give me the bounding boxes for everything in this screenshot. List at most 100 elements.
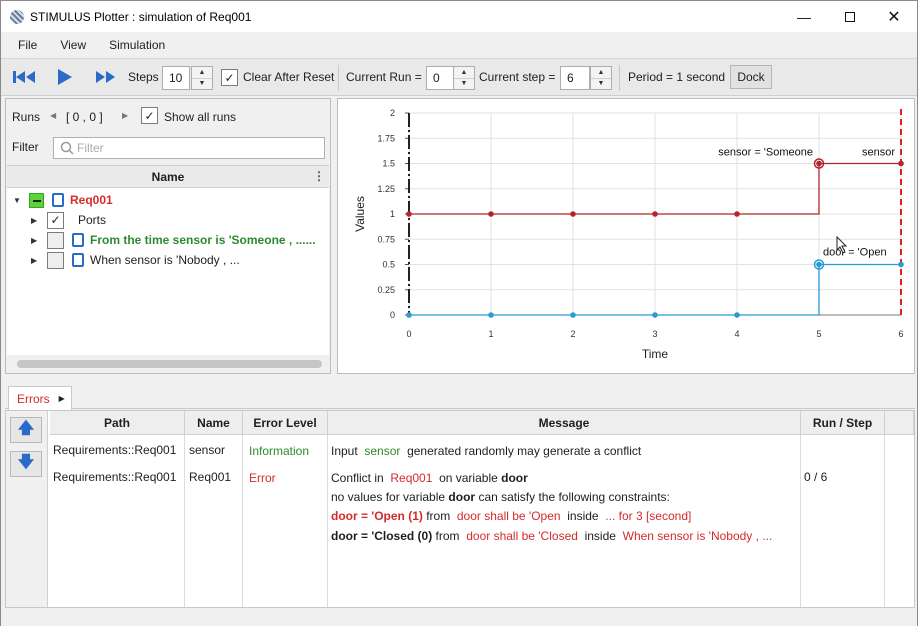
filter-input[interactable]: Filter (53, 137, 325, 159)
next-run-icon[interactable]: ▶ (122, 111, 128, 120)
collapse-icon[interactable]: ▶ (31, 256, 41, 265)
ports-checkbox[interactable]: ✓ (47, 211, 64, 229)
tab-errors[interactable]: Errors ▶ (8, 386, 72, 410)
y-tick-label: 0.5 (382, 260, 395, 270)
column-menu-icon[interactable]: ⋮ (313, 169, 325, 183)
down-arrow-icon: 🡇 (17, 453, 35, 471)
run-step-cell: 0 / 6 (804, 470, 828, 484)
y-tick-label: 2 (390, 108, 395, 118)
column-name (185, 435, 243, 607)
expand-icon[interactable]: ▼ (13, 196, 23, 205)
runs-label: Runs (12, 110, 41, 124)
menu-simulation[interactable]: Simulation (109, 38, 165, 52)
collapse-icon[interactable]: ▶ (31, 216, 41, 225)
tree-row-req001[interactable]: ▼ Req001 (13, 190, 113, 210)
column-header-name[interactable]: Name (185, 411, 243, 435)
data-point-door (898, 261, 904, 268)
current-run-stepper[interactable]: ▲ ▼ (453, 66, 475, 90)
y-tick-label: 0 (390, 310, 395, 320)
menu-view[interactable]: View (60, 38, 86, 52)
partial-checkbox[interactable] (29, 192, 44, 208)
dock-button[interactable]: Dock (730, 65, 772, 89)
x-tick-label: 4 (734, 329, 739, 339)
current-step-input[interactable]: 6 (560, 66, 590, 90)
column-header-run-step[interactable]: Run / Step (801, 411, 885, 435)
values-chart[interactable]: 0 1 2 3 4 5 6 0 0.25 0.5 0.75 1 1.25 1.5 1.75 2 Time Valu… (338, 99, 914, 373)
level-cell: Information (249, 444, 310, 458)
steps-label: Steps (128, 70, 159, 84)
up-arrow-icon[interactable]: ▲ (591, 67, 611, 79)
toolbar-separator (619, 65, 620, 91)
data-point-door (734, 312, 740, 318)
tree-row-when[interactable]: ▶ When sensor is 'Nobody , ... (31, 250, 240, 270)
maximize-icon[interactable] (827, 1, 873, 32)
show-all-runs-label: Show all runs (164, 110, 237, 124)
reset-icon[interactable] (13, 70, 37, 84)
play-icon[interactable] (57, 68, 73, 86)
requirement-icon (72, 253, 84, 267)
current-run-label: Current Run = (346, 70, 422, 84)
x-tick-label: 3 (652, 329, 657, 339)
tree-label: When sensor is 'Nobody , ... (90, 253, 240, 267)
column-path (50, 435, 185, 607)
app-logo-icon (10, 9, 24, 24)
tree-row-ports[interactable]: ▶ ✓ Ports (31, 210, 106, 230)
errors-table: 🡅 🡇 Path Name Error Level Message Run / … (5, 410, 915, 608)
runs-range: [ 0 , 0 ] (66, 110, 103, 124)
next-error-button[interactable]: 🡇 (10, 451, 42, 477)
y-tick-label: 0.75 (377, 234, 395, 244)
steps-input[interactable]: 10 (162, 66, 190, 90)
requirement-icon (52, 193, 64, 207)
show-all-runs-checkbox[interactable]: ✓ (141, 107, 158, 124)
toolbar: Steps 10 ▲ ▼ ✓ Clear After Reset Current … (1, 58, 917, 96)
toolbar-separator (338, 65, 339, 91)
app-window: STIMULUS Plotter : simulation of Req001 … (0, 0, 918, 626)
name-cell: sensor (189, 443, 226, 457)
column-header-message[interactable]: Message (328, 411, 801, 435)
error-nav: 🡅 🡇 (6, 411, 48, 607)
up-arrow-icon[interactable]: ▲ (454, 67, 474, 79)
errors-panel: Errors ▶ 🡅 🡇 Path Name Error Level Messag… (5, 382, 915, 609)
close-icon[interactable]: ✕ (871, 1, 917, 32)
down-arrow-icon[interactable]: ▼ (192, 79, 212, 90)
tree-label: Req001 (70, 193, 113, 207)
requirement-checkbox[interactable] (47, 251, 64, 269)
data-point-sensor (570, 211, 576, 217)
data-point-sensor (816, 160, 822, 167)
y-tick-label: 1.25 (377, 184, 395, 194)
x-tick-label: 6 (898, 329, 903, 339)
y-tick-label: 0.25 (377, 285, 395, 295)
level-cell: Error (249, 471, 276, 485)
steps-stepper[interactable]: ▲ ▼ (191, 66, 213, 90)
down-arrow-icon[interactable]: ▼ (454, 79, 474, 90)
up-arrow-icon[interactable]: ▲ (192, 67, 212, 79)
menu-file[interactable]: File (18, 38, 37, 52)
tab-arrow-icon[interactable]: ▶ (59, 394, 65, 403)
current-run-input[interactable]: 0 (426, 66, 454, 90)
title-bar: STIMULUS Plotter : simulation of Req001 … (1, 1, 917, 32)
fast-forward-icon[interactable] (95, 70, 117, 84)
message-cell: Input sensor generated randomly may gene… (331, 444, 642, 458)
minimize-icon[interactable]: — (781, 1, 827, 32)
down-arrow-icon[interactable]: ▼ (591, 79, 611, 90)
tree-column-name[interactable]: Name ⋮ (7, 166, 329, 188)
up-arrow-icon: 🡅 (17, 419, 35, 437)
prev-run-icon[interactable]: ◀ (50, 111, 56, 120)
collapse-icon[interactable]: ▶ (31, 236, 41, 245)
data-point-sensor (652, 211, 658, 217)
data-point-door (488, 312, 494, 318)
previous-error-button[interactable]: 🡅 (10, 417, 42, 443)
annotation-label: door = 'Open (823, 247, 887, 259)
current-step-stepper[interactable]: ▲ ▼ (590, 66, 612, 90)
y-tick-label: 1.5 (382, 159, 395, 169)
column-header-error-level[interactable]: Error Level (243, 411, 328, 435)
column-header-blank (885, 411, 914, 435)
requirement-checkbox[interactable] (47, 231, 64, 249)
horizontal-scrollbar[interactable] (7, 357, 329, 372)
column-header-path[interactable]: Path (50, 411, 185, 435)
tree-row-from-the-time[interactable]: ▶ From the time sensor is 'Someone , ...… (31, 230, 316, 250)
scrollbar-thumb[interactable] (17, 360, 322, 368)
clear-after-reset-checkbox[interactable]: ✓ (221, 69, 238, 86)
data-point-door (652, 312, 658, 318)
y-tick-label: 1.75 (377, 133, 395, 143)
